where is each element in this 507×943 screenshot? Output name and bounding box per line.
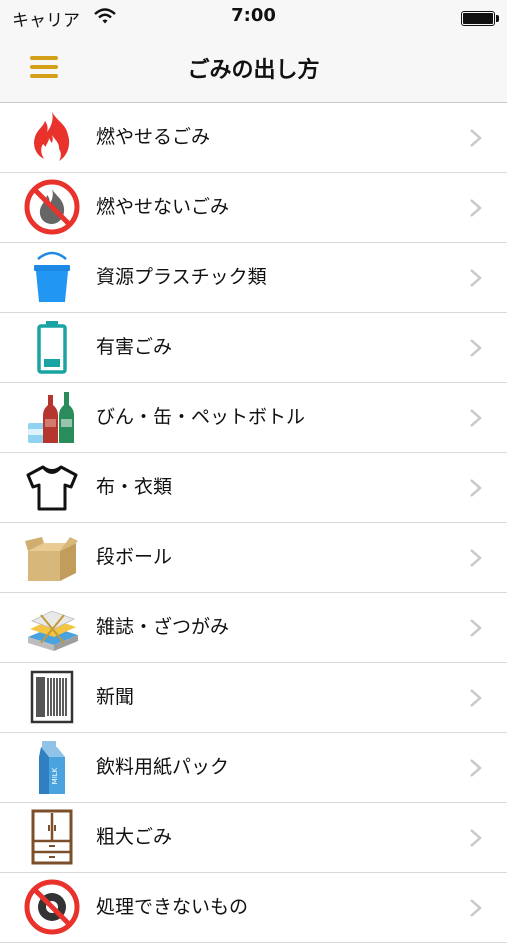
list-item-burnable[interactable]: 燃やせるごみ xyxy=(0,103,507,173)
list-item-bottles-cans[interactable]: びん・缶・ペットボトル xyxy=(0,383,507,453)
item-label: 段ボール xyxy=(96,546,173,568)
item-label: 飲料用紙パック xyxy=(96,756,230,778)
item-label: 新聞 xyxy=(96,686,135,708)
item-label: 資源プラスチック類 xyxy=(96,266,267,288)
list-item-plastic[interactable]: 資源プラスチック類 xyxy=(0,243,507,313)
item-label: 燃やせないごみ xyxy=(96,196,230,218)
chevron-right-icon xyxy=(470,479,482,497)
list-item-paper-carton[interactable]: MILK 飲料用紙パック xyxy=(0,733,507,803)
tshirt-icon xyxy=(26,465,78,511)
status-bar: キャリア 7:00 xyxy=(0,0,507,34)
chevron-right-icon xyxy=(470,899,482,917)
chevron-right-icon xyxy=(470,689,482,707)
list-item-non-burnable[interactable]: 燃やせないごみ xyxy=(0,173,507,243)
no-burn-icon xyxy=(24,179,80,235)
item-label: 処理できないもの xyxy=(96,896,249,918)
list-item-clothes[interactable]: 布・衣類 xyxy=(0,453,507,523)
page-title: ごみの出し方 xyxy=(187,58,320,83)
battery-icon xyxy=(37,321,67,374)
chevron-right-icon xyxy=(470,619,482,637)
fire-icon xyxy=(34,112,70,161)
navigation-bar: ごみの出し方 xyxy=(0,34,507,103)
prohibited-tire-icon xyxy=(24,879,80,935)
chevron-right-icon xyxy=(470,199,482,217)
item-label: びん・缶・ペットボトル xyxy=(96,406,306,428)
item-label: 有害ごみ xyxy=(96,336,173,358)
list-item-magazines[interactable]: 雑誌・ざつがみ xyxy=(0,593,507,663)
magazines-icon xyxy=(28,610,78,651)
cardboard-box-icon xyxy=(25,537,78,581)
list-item-newspaper[interactable]: 新聞 xyxy=(0,663,507,733)
milk-carton-icon: MILK xyxy=(39,741,65,794)
list-item-oversized[interactable]: 粗大ごみ xyxy=(0,803,507,873)
chevron-right-icon xyxy=(470,409,482,427)
garbage-category-list: 燃やせるごみ 燃やせないごみ 資源プラスチック類 有害ごみ びん・缶・ペットボト… xyxy=(0,103,507,943)
item-label: 粗大ごみ xyxy=(96,826,173,848)
chevron-right-icon xyxy=(470,339,482,357)
status-time: 7:00 xyxy=(231,5,276,26)
battery-status-icon xyxy=(461,11,499,26)
item-label: 燃やせるごみ xyxy=(96,126,211,148)
bucket-icon xyxy=(34,251,70,302)
svg-text:MILK: MILK xyxy=(51,767,59,784)
item-label: 布・衣類 xyxy=(96,476,173,498)
newspaper-icon xyxy=(30,670,74,724)
list-item-cardboard[interactable]: 段ボール xyxy=(0,523,507,593)
bottles-icon xyxy=(28,392,74,443)
chevron-right-icon xyxy=(470,269,482,287)
item-label: 雑誌・ざつがみ xyxy=(96,616,230,638)
chevron-right-icon xyxy=(470,829,482,847)
cabinet-icon xyxy=(31,809,73,865)
chevron-right-icon xyxy=(470,759,482,777)
chevron-right-icon xyxy=(470,129,482,147)
list-item-hazardous[interactable]: 有害ごみ xyxy=(0,313,507,383)
list-item-not-accepted[interactable]: 処理できないもの xyxy=(0,873,507,943)
chevron-right-icon xyxy=(470,549,482,567)
